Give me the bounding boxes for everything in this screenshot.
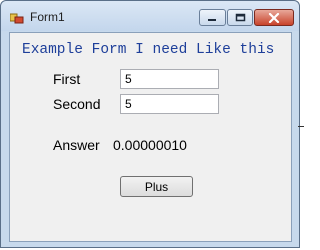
second-label: Second (53, 96, 101, 112)
close-icon (268, 12, 280, 23)
resize-edge-marker (298, 126, 304, 127)
minimize-icon (208, 18, 216, 21)
window-title: Form1 (30, 10, 65, 24)
plus-button[interactable]: Plus (120, 176, 193, 197)
answer-label: Answer (53, 137, 100, 153)
answer-value: 0.00000010 (113, 137, 187, 153)
maximize-button[interactable] (227, 9, 253, 26)
windows-forms-icon[interactable] (9, 11, 24, 24)
title-bar[interactable]: Form1 (1, 1, 299, 31)
close-button[interactable] (254, 9, 294, 26)
form-client-area: Example Form I need Like this First Seco… (9, 32, 292, 242)
second-input[interactable] (120, 94, 219, 114)
first-input[interactable] (120, 69, 219, 89)
minimize-button[interactable] (199, 9, 226, 26)
maximize-icon (235, 13, 245, 22)
form1-window: Form1 Example Form I need Like this Firs… (0, 0, 300, 248)
form-heading: Example Form I need Like this (22, 42, 275, 58)
first-label: First (53, 71, 81, 87)
